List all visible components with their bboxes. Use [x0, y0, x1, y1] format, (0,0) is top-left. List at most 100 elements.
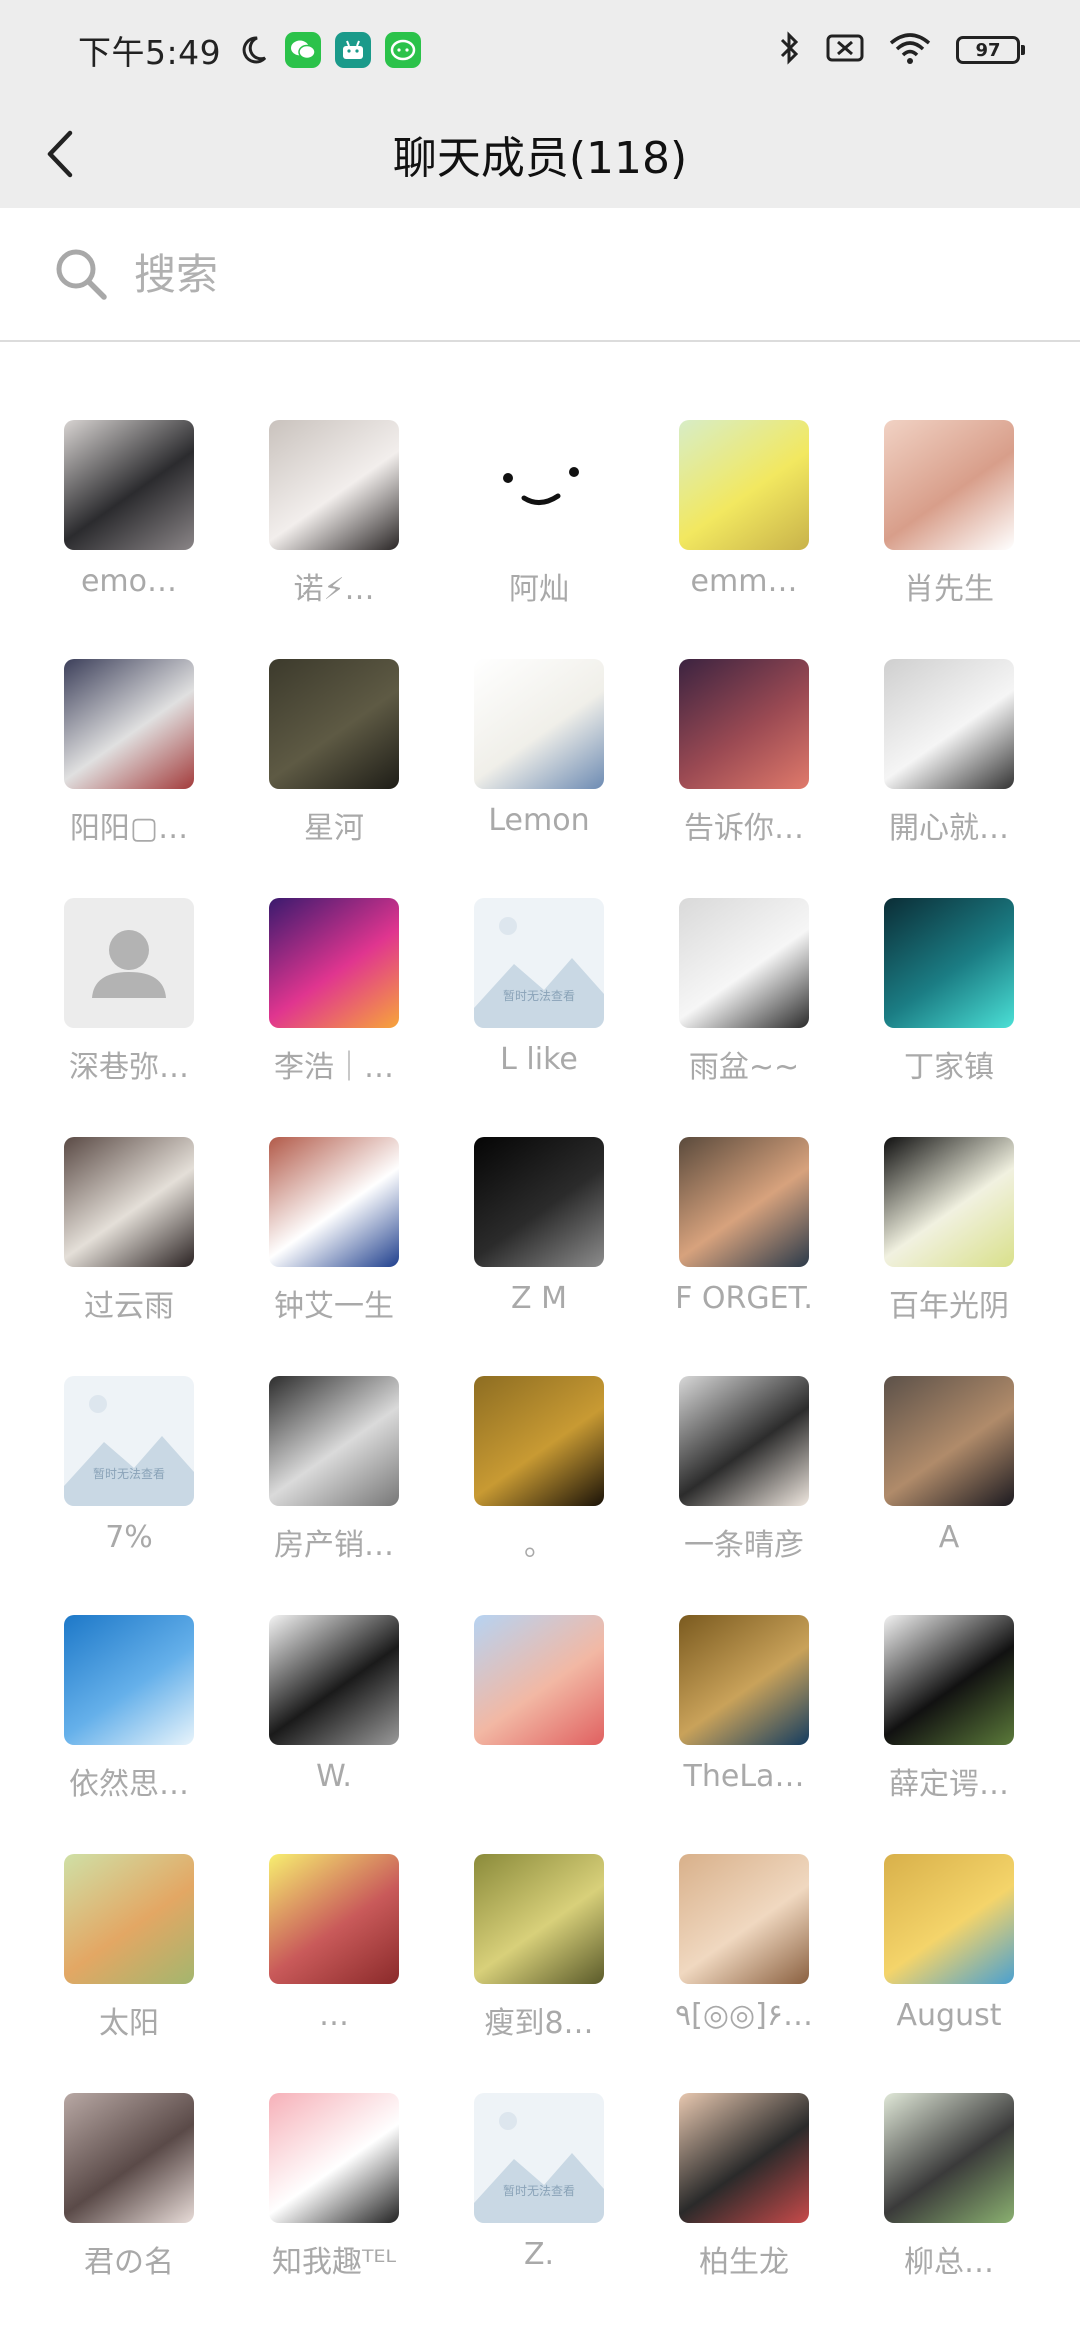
member-item[interactable]: 瘦到8… [474, 1854, 604, 2093]
member-item[interactable]: A [884, 1376, 1014, 1615]
member-avatar[interactable] [269, 1854, 399, 1984]
member-name: Lemon [488, 803, 590, 838]
member-item[interactable]: 钟艾一生 [269, 1137, 399, 1376]
member-name: 柏生龙 [699, 2245, 789, 2280]
member-item[interactable]: 诺⚡… [269, 420, 399, 659]
member-name: 房产销… [274, 1528, 394, 1563]
member-item[interactable]: … [269, 1854, 399, 2093]
member-avatar[interactable] [269, 420, 399, 550]
member-item[interactable]: 雨盆~~ [679, 898, 809, 1137]
member-item[interactable]: 君の名 [64, 2093, 194, 2332]
member-avatar[interactable] [269, 2093, 399, 2223]
member-name: 柳总… [904, 2245, 994, 2280]
member-item[interactable]: 柏生龙 [679, 2093, 809, 2332]
member-item[interactable]: 開心就… [884, 659, 1014, 898]
member-item[interactable]: emo… [64, 420, 194, 659]
member-item[interactable]: 暂时无法查看 Z. [474, 2093, 604, 2332]
member-item[interactable]: ٩[◎◎]۶… [675, 1854, 813, 2093]
wechat-icon [285, 32, 322, 68]
member-item[interactable]: 阿灿 [474, 420, 604, 659]
member-avatar[interactable] [884, 1854, 1014, 1984]
battery-level: 97 [975, 39, 1001, 61]
member-avatar[interactable] [679, 659, 809, 789]
member-avatar[interactable] [474, 1854, 604, 1984]
member-item[interactable]: 暂时无法查看 L like [474, 898, 604, 1137]
member-name: F ORGET. [675, 1281, 813, 1316]
member-item[interactable]: 丁家镇 [884, 898, 1014, 1137]
title-bar: 聊天成员(118) [0, 100, 1080, 208]
member-avatar[interactable] [64, 898, 194, 1028]
member-item[interactable]: 阳阳▢… [64, 659, 194, 898]
member-avatar[interactable] [679, 1854, 809, 1984]
member-avatar[interactable] [679, 420, 809, 550]
member-avatar[interactable]: 暂时无法查看 [64, 1376, 194, 1506]
member-avatar[interactable] [884, 2093, 1014, 2223]
member-item[interactable]: August [884, 1854, 1014, 2093]
member-avatar[interactable] [679, 1615, 809, 1745]
search-input[interactable] [132, 238, 936, 310]
member-item[interactable]: 房产销… [269, 1376, 399, 1615]
member-item[interactable]: 。 [474, 1376, 604, 1615]
member-item[interactable] [474, 1615, 604, 1854]
member-avatar[interactable] [64, 420, 194, 550]
member-avatar[interactable] [474, 1615, 604, 1745]
member-item[interactable]: 薛定谔… [884, 1615, 1014, 1854]
member-avatar[interactable] [884, 1615, 1014, 1745]
member-avatar[interactable] [474, 1376, 604, 1506]
member-avatar[interactable] [884, 1376, 1014, 1506]
status-time: 下午5:49 [78, 33, 222, 72]
member-item[interactable]: 深巷弥… [64, 898, 194, 1137]
member-avatar[interactable] [679, 898, 809, 1028]
member-item[interactable]: 依然思… [64, 1615, 194, 1854]
member-avatar[interactable]: 暂时无法查看 [474, 2093, 604, 2223]
member-item[interactable]: emm… [679, 420, 809, 659]
member-item[interactable]: 暂时无法查看 7% [64, 1376, 194, 1615]
member-item[interactable]: Z M [474, 1137, 604, 1376]
member-avatar[interactable] [64, 659, 194, 789]
member-avatar[interactable] [269, 1615, 399, 1745]
member-avatar[interactable] [679, 1376, 809, 1506]
member-item[interactable]: 过云雨 [64, 1137, 194, 1376]
member-name: 。 [524, 1528, 554, 1563]
member-item[interactable]: 肖先生 [884, 420, 1014, 659]
status-left: 下午5:49 [78, 26, 422, 74]
member-item[interactable]: 柳总… [884, 2093, 1014, 2332]
member-item[interactable]: 星河 [269, 659, 399, 898]
member-avatar[interactable] [884, 1137, 1014, 1267]
member-avatar[interactable] [474, 420, 604, 550]
member-item[interactable]: 太阳 [64, 1854, 194, 2093]
member-avatar[interactable] [64, 2093, 194, 2223]
member-avatar[interactable] [474, 659, 604, 789]
member-avatar[interactable] [64, 1615, 194, 1745]
member-item[interactable]: 李浩｜… [269, 898, 399, 1137]
member-avatar[interactable] [474, 1137, 604, 1267]
member-avatar[interactable] [64, 1854, 194, 1984]
member-item[interactable]: 百年光阴 [884, 1137, 1014, 1376]
member-item[interactable]: 告诉你… [679, 659, 809, 898]
member-name: 7% [105, 1520, 153, 1555]
member-item[interactable]: Lemon [474, 659, 604, 898]
member-avatar[interactable] [884, 659, 1014, 789]
member-avatar[interactable]: 暂时无法查看 [474, 898, 604, 1028]
member-avatar[interactable] [884, 898, 1014, 1028]
member-avatar[interactable] [64, 1137, 194, 1267]
member-name: 肖先生 [904, 572, 994, 607]
member-item[interactable]: F ORGET. [675, 1137, 813, 1376]
member-avatar[interactable] [269, 1137, 399, 1267]
android-icon [335, 32, 372, 68]
member-item[interactable]: W. [269, 1615, 399, 1854]
member-item[interactable]: 知我趣ᵀᴱᴸ [269, 2093, 399, 2332]
member-item[interactable]: 一条晴彦 [679, 1376, 809, 1615]
member-item[interactable]: TheLa… [679, 1615, 809, 1854]
member-avatar[interactable] [269, 898, 399, 1028]
smiley-face-icon [503, 467, 579, 505]
search-bar[interactable] [0, 208, 1080, 342]
member-name: A [938, 1520, 960, 1555]
member-avatar[interactable] [884, 420, 1014, 550]
member-avatar[interactable] [269, 1376, 399, 1506]
member-avatar[interactable] [679, 1137, 809, 1267]
member-name: 阿灿 [509, 572, 569, 607]
member-avatar[interactable] [679, 2093, 809, 2223]
member-name: 君の名 [84, 2245, 174, 2280]
member-avatar[interactable] [269, 659, 399, 789]
